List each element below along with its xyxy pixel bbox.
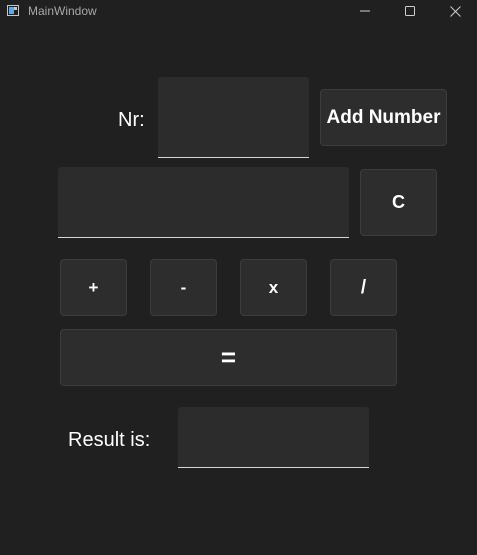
equals-button[interactable]: =	[60, 329, 397, 386]
number-label: Nr:	[118, 109, 145, 131]
add-number-button[interactable]: Add Number	[320, 89, 447, 146]
result-display	[178, 407, 369, 468]
minimize-icon	[360, 10, 370, 12]
close-button[interactable]	[432, 0, 477, 22]
plus-button[interactable]: +	[60, 259, 127, 316]
clear-button[interactable]: C	[360, 169, 437, 236]
close-icon	[449, 5, 461, 17]
title-bar[interactable]: MainWindow	[0, 0, 477, 22]
maximize-icon	[405, 6, 415, 16]
maximize-button[interactable]	[387, 0, 433, 22]
minimize-button[interactable]	[342, 0, 388, 22]
minus-button[interactable]: -	[150, 259, 217, 316]
multiply-button[interactable]: x	[240, 259, 307, 316]
app-icon	[7, 5, 19, 16]
window-title: MainWindow	[28, 4, 97, 18]
divide-button[interactable]: /	[330, 259, 397, 316]
number-input[interactable]	[158, 77, 309, 158]
main-window: MainWindow Nr: Add Number C + - x / = Re…	[0, 0, 477, 555]
result-label: Result is:	[68, 429, 151, 451]
expression-display[interactable]	[58, 167, 349, 238]
